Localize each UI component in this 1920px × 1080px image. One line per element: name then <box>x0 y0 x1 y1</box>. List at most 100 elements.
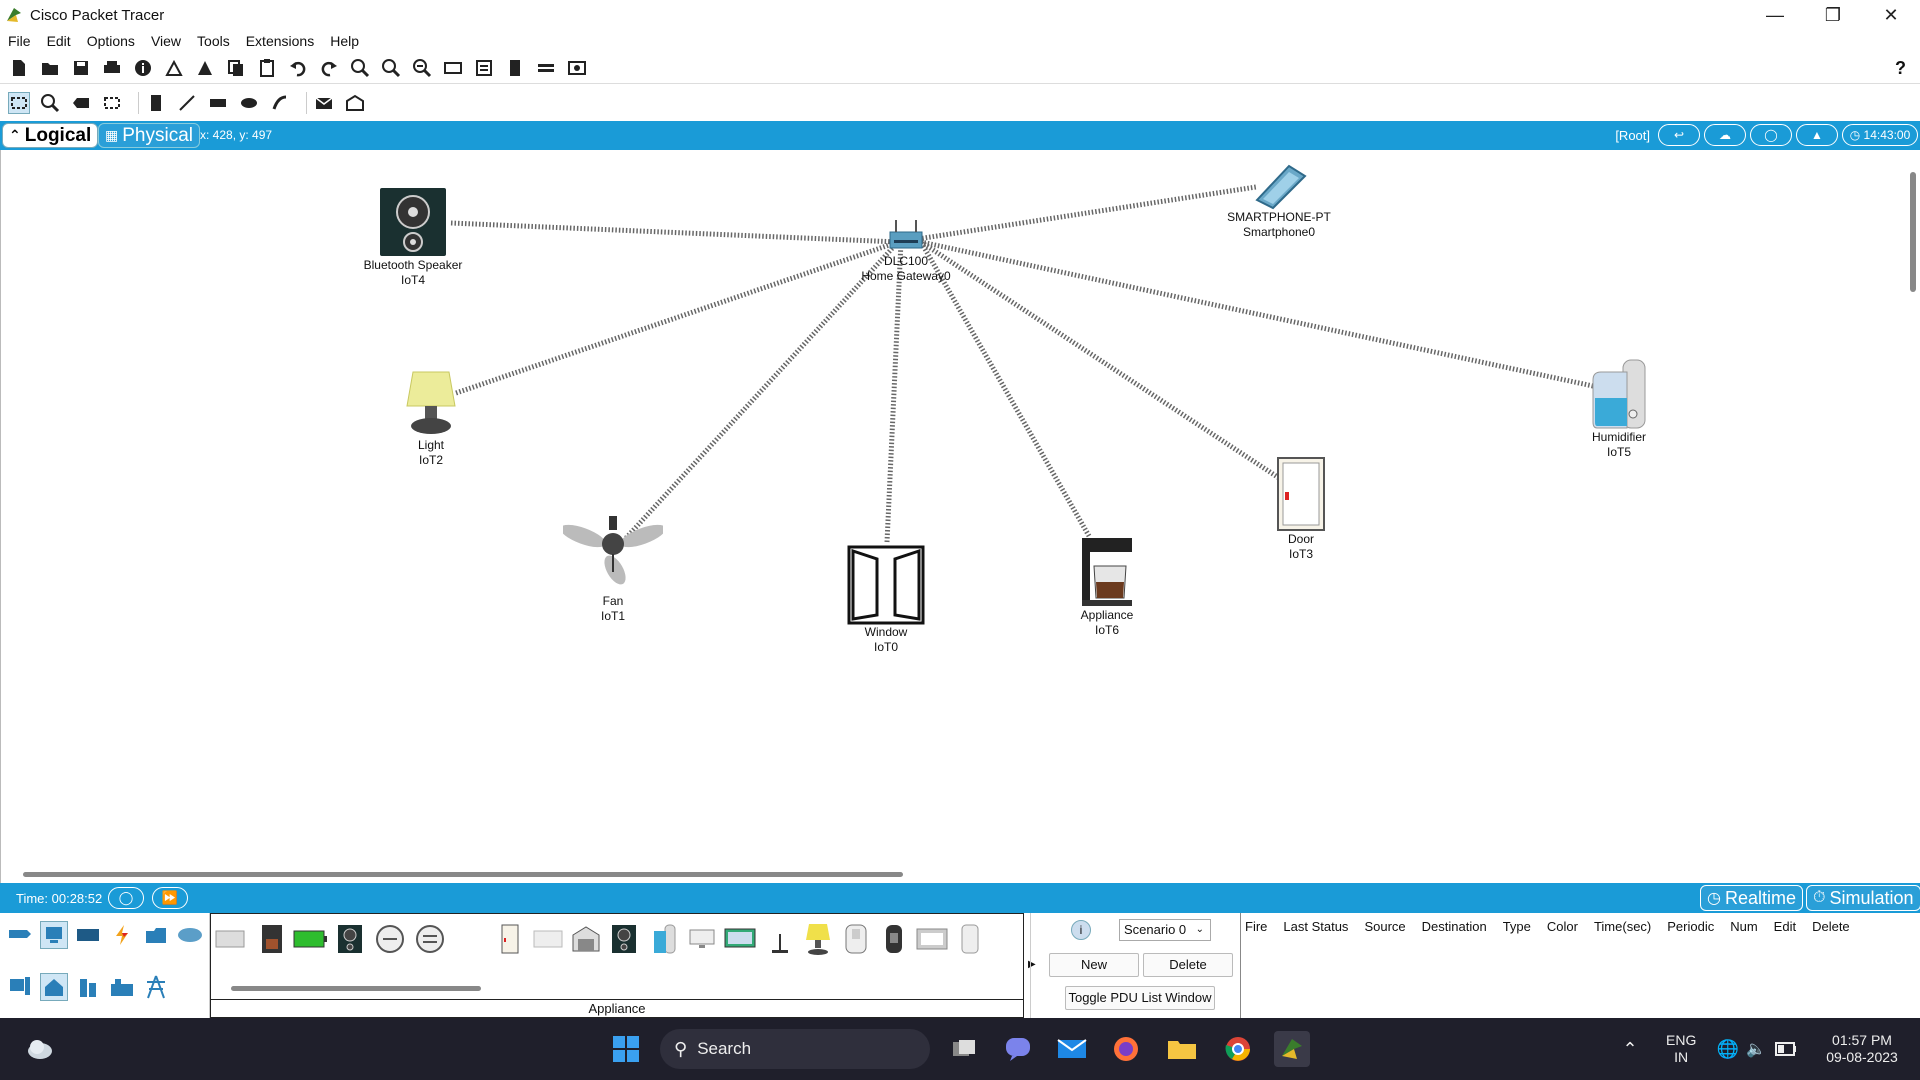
device-fan[interactable]: Fan IoT1 <box>553 514 673 624</box>
menu-edit[interactable]: Edit <box>47 33 71 49</box>
menu-view[interactable]: View <box>151 33 181 49</box>
logical-workspace[interactable]: Bluetooth Speaker IoT4 DLC100 Home Gatew… <box>0 150 1920 883</box>
activity-wizard-icon[interactable] <box>194 57 216 79</box>
device-item-coffee-maker-icon[interactable] <box>255 920 289 958</box>
miscellaneous-icon[interactable] <box>142 921 170 949</box>
minimize-button[interactable]: — <box>1746 0 1804 30</box>
help-button[interactable]: ? <box>1895 58 1906 79</box>
device-item-appliance-panel-icon[interactable] <box>915 920 949 958</box>
menu-help[interactable]: Help <box>330 33 359 49</box>
device-appliance[interactable]: Appliance IoT6 <box>1067 536 1147 638</box>
environment-icon[interactable]: ▲ <box>1796 124 1838 146</box>
draw-rectangle-icon[interactable] <box>207 92 229 114</box>
packet-tracer-taskbar-icon[interactable] <box>1274 1031 1310 1067</box>
info-icon[interactable] <box>132 57 154 79</box>
taskbar-clock[interactable]: 01:57 PM 09-08-2023 <box>1814 1032 1910 1066</box>
network-devices-icon[interactable] <box>6 921 34 949</box>
pc-subcategory-icon[interactable] <box>6 973 34 1001</box>
drawing-palette-icon[interactable] <box>442 57 464 79</box>
back-icon[interactable]: ↩ <box>1658 124 1700 146</box>
components-icon[interactable] <box>74 921 102 949</box>
paste-icon[interactable] <box>256 57 278 79</box>
pdu-col-destination[interactable]: Destination <box>1422 919 1487 934</box>
pdu-col-delete[interactable]: Delete <box>1812 919 1850 934</box>
pdu-col-type[interactable]: Type <box>1503 919 1531 934</box>
device-item-light-icon[interactable] <box>801 920 835 958</box>
device-bluetooth-speaker[interactable]: Bluetooth Speaker IoT4 <box>353 186 473 288</box>
smart-city-subcategory-icon[interactable] <box>74 973 102 1001</box>
device-item-smoke-detector-icon[interactable] <box>373 920 407 958</box>
device-smartphone[interactable]: SMARTPHONE-PT Smartphone0 <box>1219 162 1339 240</box>
pdu-col-edit[interactable]: Edit <box>1774 919 1796 934</box>
vertical-scrollbar[interactable] <box>1910 172 1916 292</box>
viewport-icon[interactable]: ◯ <box>1750 124 1792 146</box>
menu-options[interactable]: Options <box>87 33 135 49</box>
device-item-sprinkler-icon[interactable] <box>953 920 987 958</box>
battery-icon[interactable] <box>1768 1031 1804 1067</box>
zoom-out-icon[interactable] <box>411 57 433 79</box>
pdu-col-periodic[interactable]: Periodic <box>1667 919 1714 934</box>
undo-icon[interactable] <box>287 57 309 79</box>
power-grid-subcategory-icon[interactable] <box>142 973 170 1001</box>
physical-tab[interactable]: ▦ Physical <box>98 123 200 148</box>
device-humidifier[interactable]: Humidifier IoT5 <box>1579 358 1659 460</box>
freeform-draw-icon[interactable] <box>269 92 291 114</box>
open-folder-icon[interactable] <box>39 57 61 79</box>
device-item-portable-icon[interactable] <box>877 920 911 958</box>
power-cycle-icon[interactable]: ◯ <box>108 887 144 909</box>
device-item-monitor-icon[interactable] <box>685 920 719 958</box>
toggle-pdu-list-button[interactable]: Toggle PDU List Window <box>1065 986 1215 1010</box>
tray-chevron-up-icon[interactable]: ⌃ <box>1612 1031 1648 1067</box>
network-wizard-icon[interactable] <box>163 57 185 79</box>
notes-icon[interactable] <box>504 57 526 79</box>
realtime-mode-button[interactable]: ◷ Realtime <box>1700 885 1803 911</box>
menu-extensions[interactable]: Extensions <box>246 33 314 49</box>
device-item-speaker-icon[interactable] <box>333 920 367 958</box>
pdu-col-time[interactable]: Time(sec) <box>1594 919 1651 934</box>
zoom-reset-icon[interactable] <box>380 57 402 79</box>
chrome-icon[interactable] <box>1220 1031 1256 1067</box>
save-icon[interactable] <box>70 57 92 79</box>
task-view-icon[interactable] <box>946 1031 982 1067</box>
menu-tools[interactable]: Tools <box>197 33 230 49</box>
pdu-col-num[interactable]: Num <box>1730 919 1757 934</box>
delete-scenario-button[interactable]: Delete <box>1143 953 1233 977</box>
device-template-icon[interactable] <box>535 57 557 79</box>
end-devices-icon[interactable] <box>40 921 68 949</box>
device-item-panel-icon[interactable] <box>531 920 565 958</box>
device-item-thermostat-icon[interactable] <box>839 920 873 958</box>
pdu-col-fire[interactable]: Fire <box>1245 919 1267 934</box>
industrial-subcategory-icon[interactable] <box>108 973 136 1001</box>
home-subcategory-icon[interactable] <box>40 973 68 1001</box>
select-tool-icon[interactable] <box>8 92 30 114</box>
screenshot-icon[interactable] <box>566 57 588 79</box>
device-door[interactable]: Door IoT3 <box>1261 456 1341 562</box>
teams-chat-icon[interactable] <box>1000 1031 1036 1067</box>
copy-icon[interactable] <box>225 57 247 79</box>
simulation-mode-button[interactable]: ⏱ Simulation <box>1806 885 1920 911</box>
device-list-scrollbar[interactable] <box>231 986 481 991</box>
scenario-info-icon[interactable]: i <box>1071 920 1091 940</box>
print-icon[interactable] <box>101 57 123 79</box>
place-note-icon[interactable] <box>145 92 167 114</box>
device-item-co-detector-icon[interactable] <box>413 920 447 958</box>
restore-button[interactable]: ❐ <box>1804 0 1862 30</box>
close-button[interactable]: ✕ <box>1862 0 1920 30</box>
inspect-tool-icon[interactable] <box>39 92 61 114</box>
logical-tab[interactable]: ⌃ Logical <box>2 123 99 148</box>
device-item-floor-lamp-icon[interactable] <box>763 920 797 958</box>
zoom-in-icon[interactable] <box>349 57 371 79</box>
custom-device-icon[interactable] <box>473 57 495 79</box>
weather-widget-icon[interactable] <box>22 1031 58 1067</box>
device-window[interactable]: Window IoT0 <box>841 545 931 655</box>
pdu-col-source[interactable]: Source <box>1364 919 1405 934</box>
device-item-door-icon[interactable] <box>493 920 527 958</box>
add-simple-pdu-icon[interactable] <box>313 92 335 114</box>
scenario-select[interactable]: Scenario 0 ⌄ <box>1119 919 1211 941</box>
new-file-icon[interactable] <box>8 57 30 79</box>
add-complex-pdu-icon[interactable] <box>344 92 366 114</box>
firefox-icon[interactable] <box>1108 1031 1144 1067</box>
multiuser-connection-icon[interactable] <box>176 921 204 949</box>
mail-icon[interactable] <box>1054 1031 1090 1067</box>
device-item-tv-icon[interactable] <box>723 920 757 958</box>
